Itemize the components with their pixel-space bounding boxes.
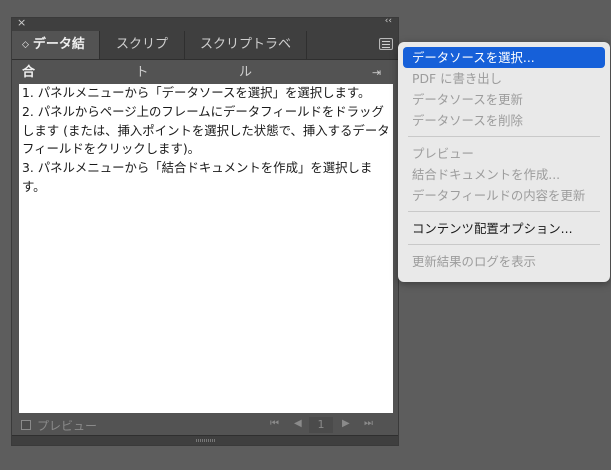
tab-label: スクリプト: [115, 37, 168, 80]
resize-strip[interactable]: [12, 435, 398, 445]
menu-item-content-placement-options[interactable]: コンテンツ配置オプション...: [403, 218, 605, 239]
tab-data-merge[interactable]: ◇ データ結合: [12, 31, 100, 80]
next-record-icon[interactable]: ▶: [342, 418, 350, 429]
instruction-step: 3. パネルメニューから「結合ドキュメントを作成」を選択します。: [22, 160, 373, 194]
collapse-icon[interactable]: ‹‹: [385, 16, 392, 26]
panel-titlebar: × ‹‹: [12, 16, 398, 31]
panel-menu-icon[interactable]: [379, 38, 393, 50]
tab-bar: ◇ データ結合 スクリプト スクリプトラベル: [12, 31, 398, 80]
instruction-step: 1. パネルメニューから「データソースを選択」を選択します。: [22, 85, 371, 100]
panel-footer: プレビュー ⏮ ◀ 1 ▶ ⏭: [12, 416, 398, 436]
panel-flyout-menu: データソースを選択... PDF に書き出し データソースを更新 データソースを…: [398, 42, 610, 282]
menu-item-update-field-content[interactable]: データフィールドの内容を更新: [403, 185, 605, 206]
previous-record-icon[interactable]: ◀: [294, 418, 302, 429]
resize-grip-icon[interactable]: [196, 439, 216, 442]
tab-scripts[interactable]: スクリプト: [100, 31, 185, 80]
tab-script-label[interactable]: スクリプトラベル: [185, 31, 307, 80]
menu-separator: [408, 244, 600, 245]
first-record-icon[interactable]: ⏮: [270, 418, 279, 429]
last-record-icon[interactable]: ⏭: [364, 418, 373, 429]
menu-item-create-merged-document[interactable]: 結合ドキュメントを作成...: [403, 164, 605, 185]
close-icon[interactable]: ×: [17, 16, 26, 29]
menu-item-preview[interactable]: プレビュー: [403, 143, 605, 164]
menu-separator: [408, 211, 600, 212]
record-number-field[interactable]: 1: [309, 417, 333, 433]
instruction-step: 2. パネルからページ上のフレームにデータフィールドをドラッグします (または、…: [22, 103, 390, 157]
menu-item-select-data-source[interactable]: データソースを選択...: [403, 47, 605, 68]
tab-label: スクリプトラベル: [199, 37, 291, 80]
instructions-area: 1. パネルメニューから「データソースを選択」を選択します。 2. パネルからペ…: [19, 84, 393, 413]
menu-item-export-pdf[interactable]: PDF に書き出し: [403, 68, 605, 89]
menu-item-remove-data-source[interactable]: データソースを削除: [403, 110, 605, 131]
preview-checkbox[interactable]: [21, 420, 31, 430]
menu-separator: [408, 136, 600, 137]
tab-label: データ結合: [22, 37, 85, 80]
data-merge-panel: × ‹‹ ◇ データ結合 スクリプト スクリプトラベル ⇥ 1. パネルメニューか…: [11, 16, 399, 446]
menu-item-update-data-source[interactable]: データソースを更新: [403, 89, 605, 110]
menu-item-show-update-log[interactable]: 更新結果のログを表示: [403, 251, 605, 272]
preview-label: プレビュー: [37, 419, 98, 433]
data-source-icon[interactable]: ⇥: [372, 67, 386, 78]
updown-icon: ◇: [22, 40, 29, 50]
